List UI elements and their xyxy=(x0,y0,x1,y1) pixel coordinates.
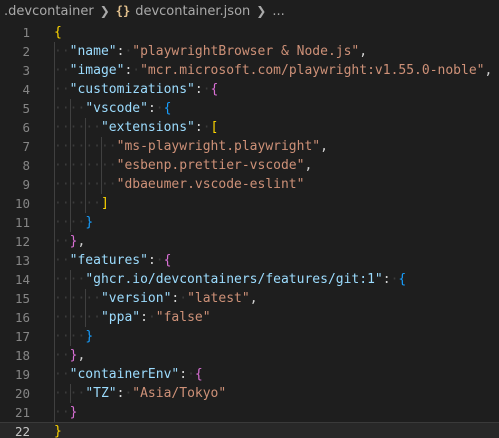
code-text: ····"TZ":·"Asia/Tokyo" xyxy=(54,386,227,401)
code-text: ····} xyxy=(54,329,94,344)
line-number: 21 xyxy=(14,405,30,420)
code-line[interactable]: 12 ··}, xyxy=(0,232,499,251)
code-line[interactable]: 10 ······] xyxy=(0,194,499,213)
code-text: ········"dbaeumer.vscode-eslint" xyxy=(54,177,305,192)
breadcrumb-file[interactable]: devcontainer.json xyxy=(135,4,250,19)
breadcrumb: .devcontainer ❯ {} devcontainer.json ❯ .… xyxy=(0,0,499,22)
line-number: 7 xyxy=(22,139,30,154)
code-line[interactable]: 16 ······"ppa":·"false" xyxy=(0,308,499,327)
code-text: { xyxy=(54,25,62,40)
line-number: 6 xyxy=(22,120,30,135)
line-number: 11 xyxy=(14,215,30,230)
chevron-right-icon: ❯ xyxy=(256,4,267,18)
line-number: 20 xyxy=(14,386,30,401)
line-number: 14 xyxy=(14,272,30,287)
code-text: ··}, xyxy=(54,348,86,363)
breadcrumb-symbol-trail[interactable]: ... xyxy=(272,4,284,19)
code-text: ······"extensions":·[ xyxy=(54,120,219,135)
code-text: ······] xyxy=(54,196,109,211)
code-text: ··"containerEnv":·{ xyxy=(54,367,203,382)
code-line[interactable]: 21 ··} xyxy=(0,403,499,422)
code-text: ··"name":·"playwrightBrowser & Node.js", xyxy=(54,44,368,59)
chevron-right-icon: ❯ xyxy=(99,4,110,18)
code-line[interactable]: 7 ········"ms-playwright.playwright", xyxy=(0,137,499,156)
line-number: 22 xyxy=(14,424,30,438)
line-number: 13 xyxy=(14,253,30,268)
line-number: 12 xyxy=(14,234,30,249)
code-editor[interactable]: 1{2 ··"name":·"playwrightBrowser & Node.j… xyxy=(0,23,499,438)
code-text: } xyxy=(54,424,62,438)
code-text: ····} xyxy=(54,215,94,230)
code-text: ····"ghcr.io/devcontainers/features/git:… xyxy=(54,272,407,287)
code-line[interactable]: 14 ····"ghcr.io/devcontainers/features/gi… xyxy=(0,270,499,289)
code-text: ··"image":·"mcr.microsoft.com/playwright… xyxy=(54,63,493,78)
line-number: 16 xyxy=(14,310,30,325)
line-number: 19 xyxy=(14,367,30,382)
code-line[interactable]: 2 ··"name":·"playwrightBrowser & Node.js"… xyxy=(0,42,499,61)
code-line[interactable]: 17 ····} xyxy=(0,327,499,346)
code-line[interactable]: 3 ··"image":·"mcr.microsoft.com/playwrigh… xyxy=(0,61,499,80)
code-line[interactable]: 13 ··"features":·{ xyxy=(0,251,499,270)
code-text: ······"ppa":·"false" xyxy=(54,310,211,325)
code-line[interactable]: 8 ········"esbenp.prettier-vscode", xyxy=(0,156,499,175)
code-line[interactable]: 15 ······"version":·"latest", xyxy=(0,289,499,308)
code-line[interactable]: 22} xyxy=(0,422,499,438)
line-number: 9 xyxy=(22,177,30,192)
line-number: 1 xyxy=(22,25,30,40)
code-text: ··} xyxy=(54,405,78,420)
code-text: ······"version":·"latest", xyxy=(54,291,258,306)
line-number: 10 xyxy=(14,196,30,211)
json-file-icon: {} xyxy=(115,4,131,18)
line-number: 18 xyxy=(14,348,30,363)
code-text: ··}, xyxy=(54,234,86,249)
breadcrumb-folder[interactable]: .devcontainer xyxy=(4,4,94,19)
code-line[interactable]: 18 ··}, xyxy=(0,346,499,365)
line-number: 5 xyxy=(22,101,30,116)
line-number: 4 xyxy=(22,82,30,97)
code-line[interactable]: 4 ··"customizations":·{ xyxy=(0,80,499,99)
code-line[interactable]: 5 ····"vscode":·{ xyxy=(0,99,499,118)
code-line[interactable]: 6 ······"extensions":·[ xyxy=(0,118,499,137)
code-line[interactable]: 9 ········"dbaeumer.vscode-eslint" xyxy=(0,175,499,194)
code-line[interactable]: 1{ xyxy=(0,23,499,42)
line-number: 2 xyxy=(22,44,30,59)
code-text: ··"features":·{ xyxy=(54,253,172,268)
line-number: 8 xyxy=(22,158,30,173)
line-number: 3 xyxy=(22,63,30,78)
code-text: ········"ms-playwright.playwright", xyxy=(54,139,328,154)
line-number: 15 xyxy=(14,291,30,306)
line-number: 17 xyxy=(14,329,30,344)
code-text: ········"esbenp.prettier-vscode", xyxy=(54,158,313,173)
code-line[interactable]: 20 ····"TZ":·"Asia/Tokyo" xyxy=(0,384,499,403)
code-text: ··"customizations":·{ xyxy=(54,82,219,97)
code-text: ····"vscode":·{ xyxy=(54,101,172,116)
code-line[interactable]: 19 ··"containerEnv":·{ xyxy=(0,365,499,384)
code-line[interactable]: 11 ····} xyxy=(0,213,499,232)
